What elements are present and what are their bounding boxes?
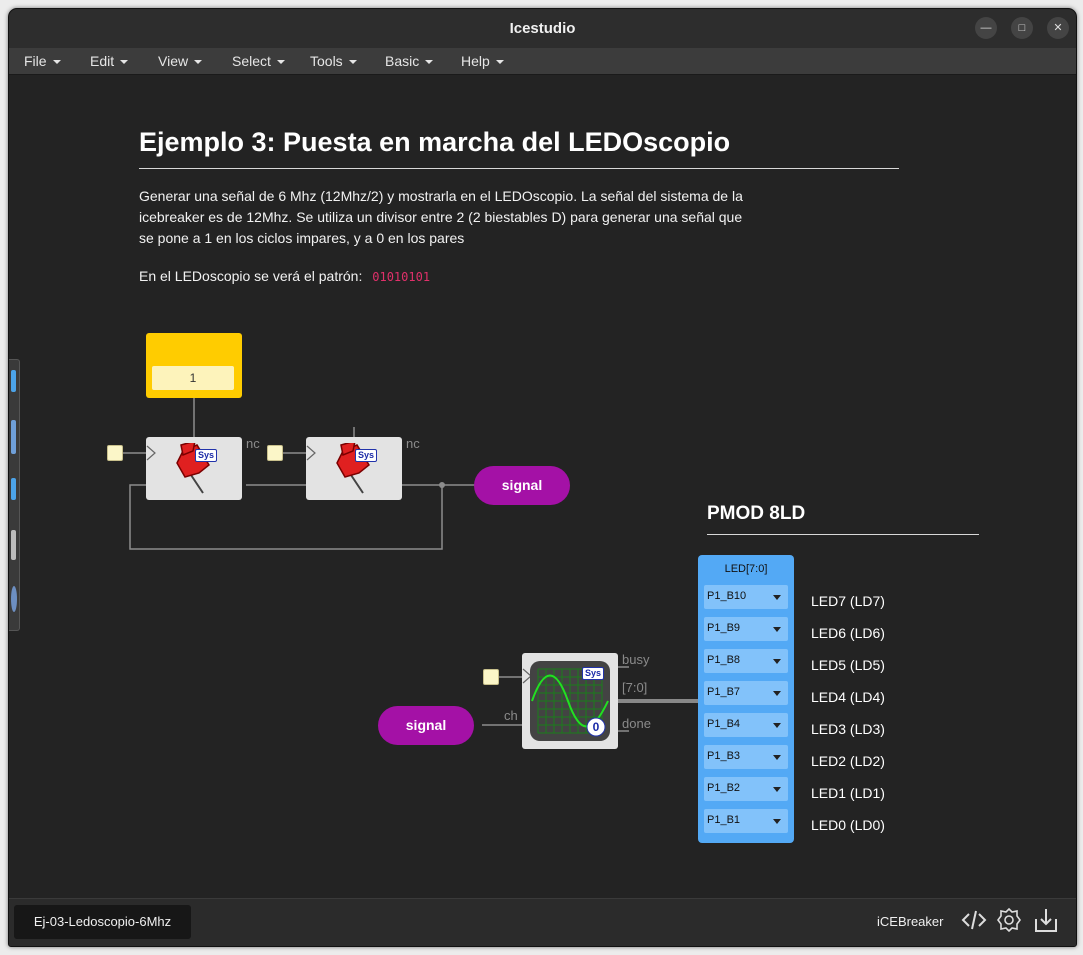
pin-select-ld0[interactable]: P1_B1 [704, 809, 788, 833]
chevron-down-icon [773, 627, 781, 632]
pin-select-ld6[interactable]: P1_B9 [704, 617, 788, 641]
scope-counter: 0 [592, 720, 600, 734]
signal-output-label[interactable]: signal [474, 466, 570, 505]
bus-label: [7:0] [622, 680, 648, 695]
pin-select-ld4[interactable]: P1_B7 [704, 681, 788, 705]
led-label-ld2: LED2 (LD2) [811, 753, 885, 769]
led-label-ld6: LED6 (LD6) [811, 625, 885, 641]
close-icon[interactable]: ✕ [1047, 17, 1069, 39]
panel-handle[interactable] [11, 478, 16, 500]
window-title: Icestudio [509, 20, 576, 37]
pmod-divider [707, 534, 979, 535]
title-bar: Icestudio — □ ✕ [9, 9, 1076, 48]
done-label: done [622, 716, 651, 731]
status-bar: Ej-03-Ledoscopio-6Mhz iCEBreaker [9, 898, 1076, 946]
menu-view[interactable]: View [158, 53, 203, 69]
collapsed-side-panel[interactable] [9, 359, 20, 631]
menu-bar: File Edit View Select Tools Basic Help [9, 48, 1076, 75]
pmod-header: LED[7:0] [724, 563, 768, 575]
pin-select-ld2[interactable]: P1_B3 [704, 745, 788, 769]
d-flipflop-1[interactable]: Sys [146, 437, 242, 500]
menu-file[interactable]: File [24, 53, 61, 69]
nc-label-2: nc [406, 436, 420, 451]
sys-badge: Sys [355, 449, 378, 462]
panel-handle[interactable] [11, 370, 16, 392]
clock-input-1[interactable] [107, 445, 123, 461]
clock-input-3[interactable] [483, 669, 499, 685]
d-flipflop-2[interactable]: Sys [306, 437, 402, 500]
chevron-down-icon [773, 755, 781, 760]
chevron-down-icon [773, 659, 781, 664]
led-label-ld7: LED7 (LD7) [811, 593, 885, 609]
led-label-ld4: LED4 (LD4) [811, 689, 885, 705]
led-label-ld3: LED3 (LD3) [811, 721, 885, 737]
menu-tools[interactable]: Tools [310, 53, 357, 69]
pin-select-ld7[interactable]: P1_B10 [704, 585, 788, 609]
ledoscope-block[interactable]: Sys 0 [522, 653, 618, 749]
pin-select-ld1[interactable]: P1_B2 [704, 777, 788, 801]
board-name[interactable]: iCEBreaker [877, 914, 943, 929]
chevron-down-icon [773, 787, 781, 792]
download-icon[interactable] [1033, 907, 1059, 933]
clock-triangle-icon [306, 445, 316, 461]
chevron-down-icon [773, 819, 781, 824]
clock-input-2[interactable] [267, 445, 283, 461]
settings-icon[interactable] [996, 907, 1022, 933]
chevron-down-icon [773, 595, 781, 600]
chevron-down-icon [773, 691, 781, 696]
ch-label: ch [504, 708, 518, 723]
pin-select-ld5[interactable]: P1_B8 [704, 649, 788, 673]
signal-input-label[interactable]: signal [378, 706, 474, 745]
minimize-icon[interactable]: — [975, 17, 997, 39]
pmod-title: PMOD 8LD [707, 503, 806, 524]
file-tab[interactable]: Ej-03-Ledoscopio-6Mhz [14, 905, 191, 939]
chevron-down-icon [773, 723, 781, 728]
clock-triangle-icon [146, 445, 156, 461]
code-icon[interactable] [961, 907, 987, 933]
led-label-ld0: LED0 (LD0) [811, 817, 885, 833]
app-window: Icestudio — □ ✕ File Edit View Select To… [8, 8, 1077, 947]
led-label-ld5: LED5 (LD5) [811, 657, 885, 673]
maximize-icon[interactable]: □ [1011, 17, 1033, 39]
constant-value[interactable]: 1 [152, 366, 234, 390]
sys-badge: Sys [582, 667, 605, 680]
panel-handle[interactable] [11, 420, 16, 454]
menu-basic[interactable]: Basic [385, 53, 434, 69]
menu-select[interactable]: Select [232, 53, 285, 69]
menu-edit[interactable]: Edit [90, 53, 129, 69]
nc-label-1: nc [246, 436, 260, 451]
busy-label: busy [622, 652, 650, 667]
constant-block[interactable]: 1 [146, 333, 242, 398]
menu-help[interactable]: Help [461, 53, 504, 69]
sys-badge: Sys [195, 449, 218, 462]
panel-handle[interactable] [11, 586, 17, 612]
design-canvas[interactable]: Ejemplo 3: Puesta en marcha del LEDOscop… [9, 75, 1076, 898]
pin-select-ld3[interactable]: P1_B4 [704, 713, 788, 737]
led-label-ld1: LED1 (LD1) [811, 785, 885, 801]
panel-handle[interactable] [11, 530, 16, 560]
pmod-output-block[interactable]: LED[7:0] P1_B10 P1_B9 P1_B8 P1_B7 P1_B4 … [698, 555, 794, 843]
